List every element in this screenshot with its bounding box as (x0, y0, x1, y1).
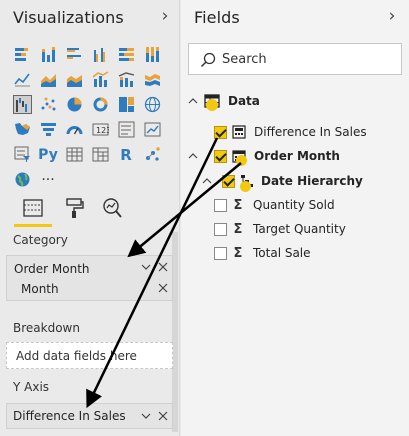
key-influencers-icon[interactable] (139, 142, 165, 167)
more-visuals-label: ··· (41, 171, 55, 188)
field-label-date-hierarchy: Date Hierarchy (261, 174, 363, 188)
expand-yaxis-field-icon[interactable] (140, 410, 152, 425)
fields-well-icon[interactable] (21, 196, 45, 220)
more-visuals-icon[interactable]: ··· (35, 167, 61, 192)
treemap-icon[interactable] (113, 92, 139, 117)
stacked-bar-chart-icon[interactable] (9, 42, 35, 67)
multi-row-card-icon[interactable] (113, 117, 139, 142)
field-label-order-month: Order Month (254, 149, 340, 163)
clustered-bar-chart-icon[interactable] (61, 42, 87, 67)
checkbox-order-month[interactable] (214, 149, 227, 163)
yaxis-label: Y Axis (13, 380, 50, 394)
checkbox-difference-in-sales[interactable] (214, 125, 227, 139)
field-difference-in-sales[interactable]: Difference In Sales (214, 122, 367, 142)
yaxis-well[interactable]: Difference In Sales (6, 403, 173, 429)
field-label-quantity-sold: Quantity Sold (253, 198, 335, 212)
visualizations-title: Visualizations (13, 8, 124, 27)
table-in-use-badge (206, 99, 218, 111)
line-and-stacked-column-chart-icon[interactable] (113, 67, 139, 92)
stacked-area-chart-icon[interactable] (61, 67, 87, 92)
checkbox-total-sale[interactable] (214, 246, 227, 260)
table-node-data[interactable]: Data (187, 91, 260, 111)
active-tab-underline (14, 224, 52, 227)
analytics-magnifier-icon[interactable] (100, 196, 124, 220)
calculator-icon (232, 125, 246, 139)
yaxis-field-difference-in-sales[interactable]: Difference In Sales (13, 409, 126, 423)
python-visual-icon[interactable]: Py (35, 142, 61, 167)
donut-chart-icon[interactable] (87, 92, 113, 117)
filled-map-icon[interactable] (9, 117, 35, 142)
category-field-month[interactable]: Month (21, 282, 59, 296)
breakdown-well[interactable]: Add data fields here (6, 342, 173, 369)
kpi-icon[interactable] (139, 117, 165, 142)
matrix-icon[interactable] (87, 142, 113, 167)
expand-field-icon[interactable] (140, 261, 152, 276)
field-target-quantity[interactable]: Σ Target Quantity (214, 219, 346, 239)
category-field-order-month[interactable]: Order Month (14, 262, 90, 276)
svg-text:123: 123 (96, 126, 109, 135)
scatter-chart-icon[interactable] (35, 92, 61, 117)
table-name: Data (228, 94, 260, 108)
category-well[interactable]: Order Month Month (6, 255, 173, 301)
category-label: Category (13, 233, 68, 247)
line-chart-icon[interactable] (9, 67, 35, 92)
sigma-icon: Σ (233, 221, 243, 237)
search-placeholder: Search (222, 52, 267, 67)
hierarchy-in-use-badge (240, 181, 251, 192)
search-icon (200, 52, 216, 68)
collapse-caret-icon[interactable] (187, 95, 199, 107)
order-month-in-use-badge (236, 155, 247, 166)
collapse-order-month-icon[interactable] (187, 150, 199, 162)
field-total-sale[interactable]: Σ Total Sale (214, 243, 311, 263)
python-visual-label: Py (38, 146, 58, 163)
visualizations-tabs (0, 196, 180, 227)
breakdown-placeholder: Add data fields here (16, 349, 137, 363)
breakdown-label: Breakdown (13, 321, 80, 335)
clustered-column-chart-icon[interactable] (87, 42, 113, 67)
visual-gallery: 123 Py R ··· (9, 42, 179, 192)
remove-month-icon[interactable] (157, 282, 169, 297)
field-quantity-sold[interactable]: Σ Quantity Sold (214, 195, 335, 215)
visualizations-pane: Visualizations › 123 Py R ··· Category O… (0, 0, 180, 436)
globe-visual-icon[interactable] (9, 167, 35, 192)
fields-title: Fields (194, 8, 240, 27)
r-visual-label: R (120, 145, 132, 164)
ribbon-chart-icon[interactable] (139, 67, 165, 92)
field-label-total-sale: Total Sale (253, 246, 311, 260)
gauge-icon[interactable] (61, 117, 87, 142)
stacked-column-chart-icon[interactable] (35, 42, 61, 67)
paint-roller-icon[interactable] (62, 196, 86, 220)
field-order-month[interactable]: Order Month (187, 146, 340, 166)
sigma-icon: Σ (233, 245, 243, 261)
card-icon[interactable]: 123 (87, 117, 113, 142)
checkbox-target-quantity[interactable] (214, 222, 227, 236)
checkbox-quantity-sold[interactable] (214, 198, 227, 212)
collapse-fields-icon[interactable]: › (384, 6, 400, 26)
remove-order-month-icon[interactable] (157, 261, 169, 276)
expand-hierarchy-icon[interactable] (201, 175, 213, 187)
field-label-difference-in-sales: Difference In Sales (254, 125, 367, 139)
sigma-icon: Σ (233, 197, 243, 213)
checkbox-date-hierarchy[interactable] (222, 174, 235, 188)
fields-search-input[interactable]: Search (188, 43, 402, 75)
fields-pane: Fields › Search Data Difference In Sales… (181, 0, 409, 436)
funnel-icon[interactable] (35, 117, 61, 142)
r-visual-icon[interactable]: R (113, 142, 139, 167)
table-icon[interactable] (61, 142, 87, 167)
area-chart-icon[interactable] (35, 67, 61, 92)
field-label-target-quantity: Target Quantity (253, 222, 346, 236)
waterfall-chart-icon[interactable] (9, 92, 35, 117)
100-percent-bar-chart-icon[interactable] (113, 42, 139, 67)
line-and-column-chart-icon[interactable] (87, 67, 113, 92)
map-icon[interactable] (139, 92, 165, 117)
pie-chart-icon[interactable] (61, 92, 87, 117)
100-percent-column-chart-icon[interactable] (139, 42, 165, 67)
slicer-icon[interactable] (9, 142, 35, 167)
remove-yaxis-field-icon[interactable] (157, 410, 169, 425)
field-date-hierarchy[interactable]: Date Hierarchy (201, 171, 363, 191)
collapse-visualizations-icon[interactable]: › (157, 6, 173, 26)
